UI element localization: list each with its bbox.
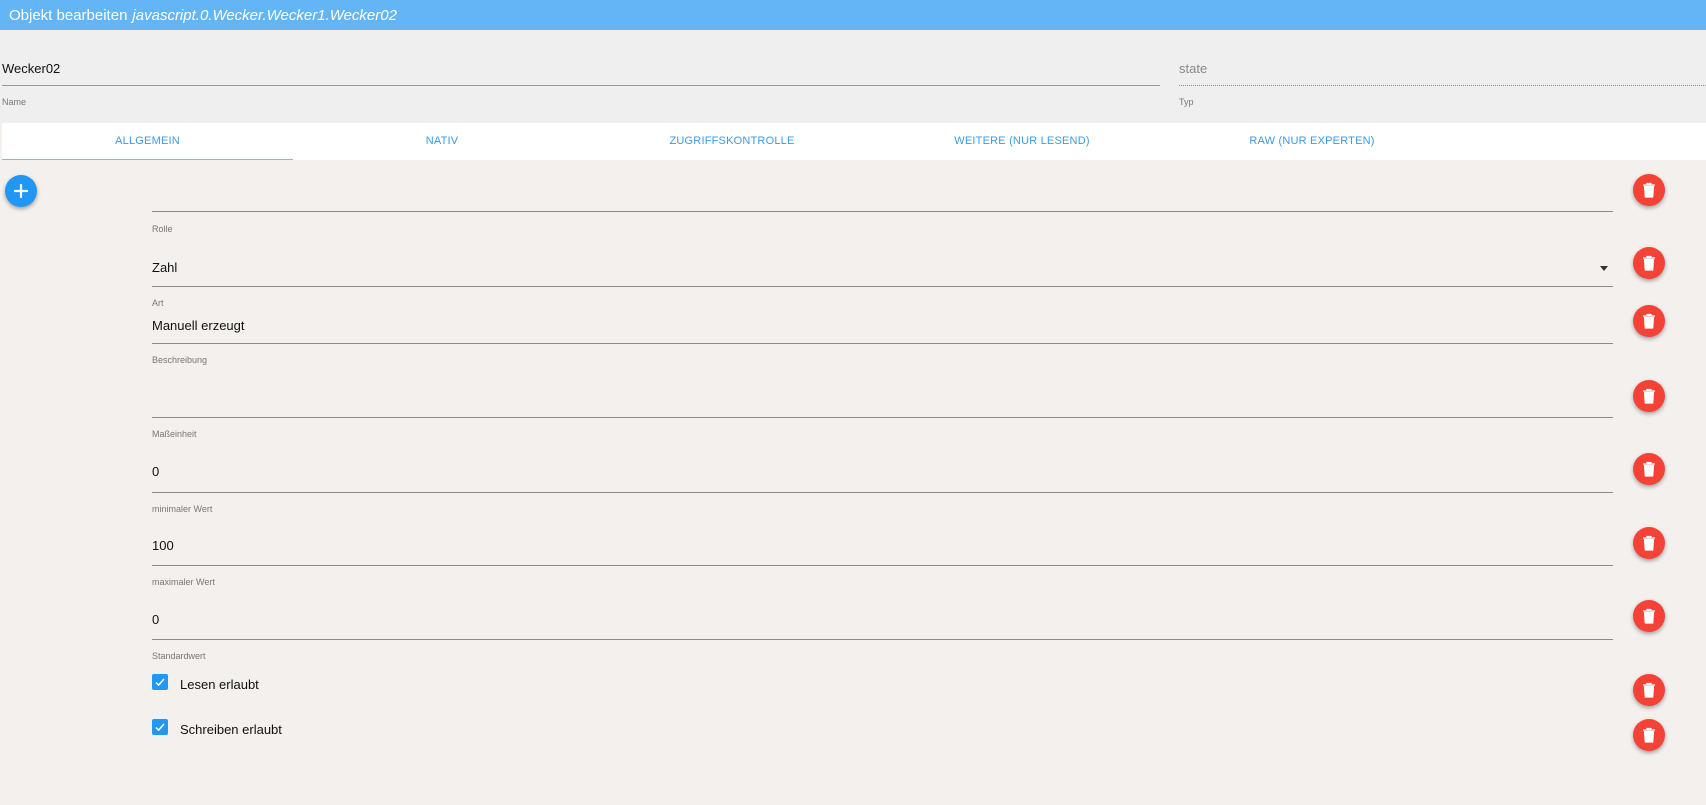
beschreibung-field[interactable]: Manuell erzeugt Beschreibung — [152, 310, 1613, 370]
check-icon — [155, 678, 165, 687]
default-underline — [152, 639, 1613, 640]
rolle-underline — [152, 211, 1613, 212]
add-field-button[interactable] — [5, 175, 37, 207]
trash-icon — [1643, 313, 1655, 329]
max-label: maximaler Wert — [152, 577, 215, 587]
tab-zugriffskontrolle[interactable]: ZUGRIFFSKONTROLLE — [642, 123, 822, 160]
delete-max-button[interactable] — [1633, 527, 1665, 559]
art-label: Art — [152, 298, 164, 308]
name-value[interactable]: Wecker02 — [2, 61, 60, 76]
trash-icon — [1643, 535, 1655, 551]
caret-down-icon[interactable] — [1600, 266, 1608, 271]
dialog-titlebar: Objekt bearbeiten javascript.0.Wecker.Wec… — [0, 0, 1706, 30]
delete-read-button[interactable] — [1633, 674, 1665, 706]
beschreibung-underline — [152, 343, 1613, 344]
tab-weitere[interactable]: WEITERE (NUR LESEND) — [932, 123, 1112, 160]
name-underline — [2, 85, 1160, 86]
delete-min-button[interactable] — [1633, 453, 1665, 485]
tab-allgemein[interactable]: ALLGEMEIN — [2, 123, 293, 160]
dialog-title: Objekt bearbeiten — [9, 7, 128, 24]
min-label: minimaler Wert — [152, 504, 213, 514]
rolle-label: Rolle — [152, 224, 173, 234]
tab-nativ[interactable]: NATIV — [362, 123, 522, 160]
write-allowed-checkbox[interactable] — [152, 719, 168, 735]
read-allowed-label: Lesen erlaubt — [180, 677, 259, 692]
trash-icon — [1643, 182, 1655, 198]
trash-icon — [1643, 388, 1655, 404]
default-value-field[interactable]: 0 Standardwert — [152, 612, 1613, 672]
name-label: Name — [2, 97, 27, 107]
check-icon — [155, 723, 165, 732]
delete-rolle-button[interactable] — [1633, 174, 1665, 206]
min-value-field[interactable]: 0 minimaler Wert — [152, 464, 1613, 524]
write-allowed-label: Schreiben erlaubt — [180, 722, 282, 737]
trash-icon — [1643, 682, 1655, 698]
min-underline — [152, 492, 1613, 493]
tab-raw[interactable]: RAW (NUR EXPERTEN) — [1222, 123, 1402, 160]
max-underline — [152, 565, 1613, 566]
masseinheit-underline — [152, 417, 1613, 418]
plus-icon — [13, 183, 29, 199]
rolle-field[interactable]: Rolle — [152, 180, 1613, 240]
masseinheit-field[interactable]: Maßeinheit — [152, 380, 1613, 442]
type-value: state — [1179, 61, 1208, 76]
trash-icon — [1643, 727, 1655, 743]
delete-default-button[interactable] — [1633, 600, 1665, 632]
type-label: Typ — [1179, 97, 1194, 107]
max-value[interactable]: 100 — [152, 538, 174, 553]
max-value-field[interactable]: 100 maximaler Wert — [152, 538, 1613, 598]
trash-icon — [1643, 255, 1655, 271]
trash-icon — [1643, 608, 1655, 624]
type-underline — [1179, 85, 1706, 86]
default-value[interactable]: 0 — [152, 612, 159, 627]
beschreibung-value[interactable]: Manuell erzeugt — [152, 318, 245, 333]
delete-art-button[interactable] — [1633, 247, 1665, 279]
delete-write-button[interactable] — [1633, 719, 1665, 751]
object-header: Wecker02 Name state Typ — [0, 30, 1706, 122]
trash-icon — [1643, 461, 1655, 477]
beschreibung-label: Beschreibung — [152, 355, 208, 365]
delete-masseinheit-button[interactable] — [1633, 380, 1665, 412]
delete-beschreibung-button[interactable] — [1633, 305, 1665, 337]
min-value[interactable]: 0 — [152, 464, 159, 479]
tab-bar: ALLGEMEIN NATIV ZUGRIFFSKONTROLLE WEITER… — [2, 123, 1706, 160]
art-underline — [152, 286, 1613, 287]
read-allowed-checkbox[interactable] — [152, 674, 168, 690]
art-value[interactable]: Zahl — [152, 260, 177, 275]
art-select[interactable]: Zahl Art — [152, 252, 1613, 312]
masseinheit-label: Maßeinheit — [152, 429, 197, 439]
object-id: javascript.0.Wecker.Wecker1.Wecker02 — [132, 7, 397, 24]
default-label: Standardwert — [152, 651, 206, 661]
